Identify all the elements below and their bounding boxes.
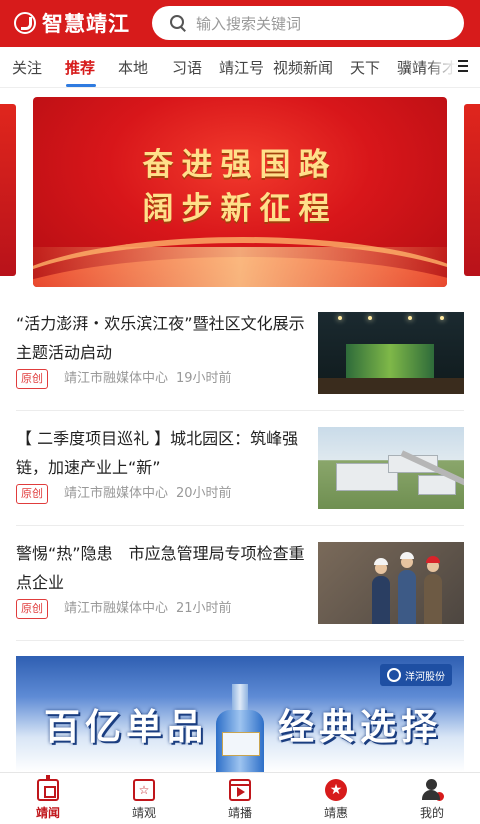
news-title[interactable]: “活力澎湃・欢乐滨江夜”暨社区文化展示主题活动启动: [16, 309, 306, 367]
original-tag: 原创: [16, 484, 48, 504]
search-input[interactable]: 输入搜索关键词: [196, 13, 301, 34]
tabbar-label: 靖惠: [323, 806, 348, 820]
news-time: 21小时前: [176, 601, 232, 616]
star-badge-icon: ★: [325, 779, 347, 801]
bottle-image: [214, 684, 266, 772]
tab-world[interactable]: 天下: [350, 57, 380, 78]
tabs-fade: [426, 47, 456, 87]
star-frame-icon: ☆: [133, 779, 155, 801]
tab-follow[interactable]: 关注: [12, 57, 42, 78]
banner-headline-2: 阔步新征程: [142, 191, 338, 227]
news-item[interactable]: 警惕“热”隐患 市应急管理局专项检查重点企业 原创 靖江市融媒体中心 21小时前: [0, 539, 480, 653]
brand-icon: [387, 668, 401, 682]
ad-banner[interactable]: 洋河股份 百亿单品 经典选择: [16, 656, 464, 772]
category-tabs: 关注 推荐 本地 习语 靖江号 视频新闻 天下 骥靖有才: [0, 47, 480, 88]
bottom-tab-bar: 靖闻 ☆ 靖观 靖播 ★ 靖惠 我的: [0, 772, 480, 824]
news-thumbnail[interactable]: [318, 312, 464, 394]
tab-recommend[interactable]: 推荐: [65, 57, 95, 78]
tab-video-news[interactable]: 视频新闻: [273, 57, 333, 78]
news-title[interactable]: 警惕“热”隐患 市应急管理局专项检查重点企业: [16, 539, 306, 597]
tabbar-item-broadcast[interactable]: 靖播: [192, 773, 288, 824]
news-source: 靖江市融媒体中心: [64, 371, 169, 386]
news-item[interactable]: “活力澎湃・欢乐滨江夜”暨社区文化展示主题活动启动 原创 靖江市融媒体中心 19…: [0, 309, 480, 423]
search-icon: [168, 13, 188, 33]
tab-jingjiang-hao[interactable]: 靖江号: [219, 57, 264, 78]
tabbar-item-me[interactable]: 我的: [384, 773, 480, 824]
carousel-prev-peek[interactable]: [0, 104, 16, 276]
divider: [16, 410, 464, 411]
tabbar-item-view[interactable]: ☆ 靖观: [96, 773, 192, 824]
banner-headline-1: 奋进强国路: [142, 147, 338, 183]
ad-brand-name: 洋河股份: [405, 671, 445, 683]
tabbar-label: 我的: [419, 806, 444, 820]
news-title[interactable]: 【 二季度项目巡礼 】城北园区：筑峰强链，加速产业上“新”: [16, 424, 306, 482]
tab-menu-icon[interactable]: [458, 60, 468, 73]
tab-local[interactable]: 本地: [118, 57, 148, 78]
ad-brand-logo: 洋河股份: [380, 664, 452, 686]
banner-wave-line: [33, 237, 447, 287]
user-icon: [421, 779, 445, 802]
search-box[interactable]: 输入搜索关键词: [152, 6, 464, 40]
original-tag: 原创: [16, 369, 48, 389]
ad-slogan-right: 经典选择: [278, 706, 443, 748]
active-tab-indicator: [66, 84, 96, 87]
news-item[interactable]: 【 二季度项目巡礼 】城北园区：筑峰强链，加速产业上“新” 原创 靖江市融媒体中…: [0, 424, 480, 538]
app-header: 智慧靖江 输入搜索关键词: [0, 0, 480, 47]
news-thumbnail[interactable]: [318, 542, 464, 624]
tab-xiyu[interactable]: 习语: [172, 57, 202, 78]
news-source: 靖江市融媒体中心: [64, 486, 169, 501]
tabbar-label: 靖播: [227, 806, 252, 820]
news-thumbnail[interactable]: [318, 427, 464, 509]
carousel-next-peek[interactable]: [464, 104, 480, 276]
tabbar-item-benefits[interactable]: ★ 靖惠: [288, 773, 384, 824]
tabbar-label: 靖观: [131, 806, 156, 820]
divider: [16, 640, 464, 641]
tabbar-item-news[interactable]: 靖闻: [0, 773, 96, 824]
logo-text: 智慧靖江: [42, 11, 130, 36]
original-tag: 原创: [16, 599, 48, 619]
banner-slide[interactable]: 奋进强国路 阔步新征程: [33, 97, 447, 287]
news-home-icon: [37, 775, 59, 801]
news-time: 19小时前: [176, 371, 232, 386]
news-source: 靖江市融媒体中心: [64, 601, 169, 616]
video-play-icon: [229, 779, 251, 801]
ad-slogan-left: 百亿单品: [44, 706, 209, 748]
news-time: 20小时前: [176, 486, 232, 501]
logo-icon: [14, 12, 36, 34]
app-logo[interactable]: 智慧靖江: [14, 8, 130, 38]
divider: [16, 525, 464, 526]
tabbar-label: 靖闻: [35, 806, 60, 820]
